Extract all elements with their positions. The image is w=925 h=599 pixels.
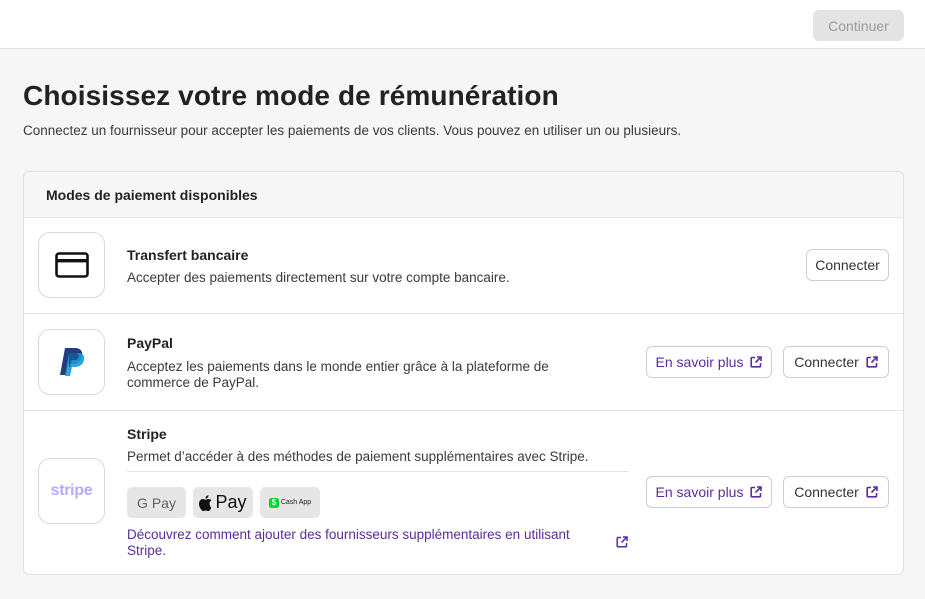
- paypal-learn-more-button[interactable]: En savoir plus: [646, 346, 772, 378]
- method-description: Permet d’accéder à des méthodes de paiem…: [127, 449, 589, 464]
- stripe-connect-button[interactable]: Connecter: [783, 476, 889, 508]
- divider: [127, 471, 628, 472]
- paypal-connect-button[interactable]: Connecter: [783, 346, 889, 378]
- google-pay-badge: G Pay: [127, 487, 186, 518]
- apple-icon: [199, 494, 212, 511]
- method-title: Stripe: [127, 426, 167, 442]
- cash-app-badge: $ Cash App: [260, 487, 320, 518]
- connect-bank-transfer-button[interactable]: Connecter: [806, 249, 889, 281]
- connect-label: Connecter: [794, 354, 859, 370]
- learn-more-label: En savoir plus: [655, 354, 744, 370]
- payment-method-stripe: stripe Stripe Permet d’accéder à des mét…: [24, 411, 903, 574]
- credit-card-icon: [54, 252, 89, 278]
- external-link-icon: [866, 486, 878, 498]
- bank-transfer-logo: [38, 232, 105, 298]
- payment-methods-card: Modes de paiement disponibles Transfert …: [23, 171, 904, 575]
- connect-label: Connecter: [794, 484, 859, 500]
- page-subtitle: Connectez un fournisseur pour accepter l…: [23, 123, 682, 138]
- method-description: Acceptez les paiements dans le monde ent…: [127, 359, 549, 390]
- stripe-providers-link[interactable]: Découvrez comment ajouter des fournisseu…: [127, 527, 607, 559]
- continue-button[interactable]: Continuer: [813, 10, 904, 41]
- method-description: Accepter des paiements directement sur v…: [127, 270, 510, 285]
- google-pay-label: G Pay: [137, 494, 176, 511]
- apple-pay-label: Pay: [215, 492, 247, 512]
- external-link-icon: [750, 356, 763, 368]
- payment-method-paypal: PayPal Acceptez les paiements dans le mo…: [24, 314, 903, 411]
- external-link-icon[interactable]: [616, 536, 628, 548]
- cash-app-icon: $: [268, 497, 279, 508]
- method-title: Transfert bancaire: [127, 247, 249, 263]
- stripe-learn-more-button[interactable]: En savoir plus: [646, 476, 772, 508]
- card-title: Modes de paiement disponibles: [24, 172, 903, 218]
- external-link-icon: [866, 356, 878, 368]
- top-bar: Continuer: [0, 0, 925, 49]
- learn-more-label: En savoir plus: [655, 484, 744, 500]
- external-link-icon: [750, 486, 763, 498]
- connect-label: Connecter: [815, 257, 880, 273]
- paypal-logo: [59, 348, 84, 376]
- payment-method-bank-transfer: Transfert bancaire Accepter des paiement…: [24, 218, 903, 314]
- stripe-logo: stripe: [50, 482, 93, 499]
- paypal-logo-box: [38, 329, 105, 395]
- method-title: PayPal: [127, 335, 173, 351]
- cash-app-label: Cash App: [280, 499, 312, 506]
- apple-pay-badge: Pay: [193, 487, 253, 518]
- page-title: Choisissez votre mode de rémunération: [23, 80, 559, 111]
- stripe-logo-box: stripe: [38, 458, 105, 524]
